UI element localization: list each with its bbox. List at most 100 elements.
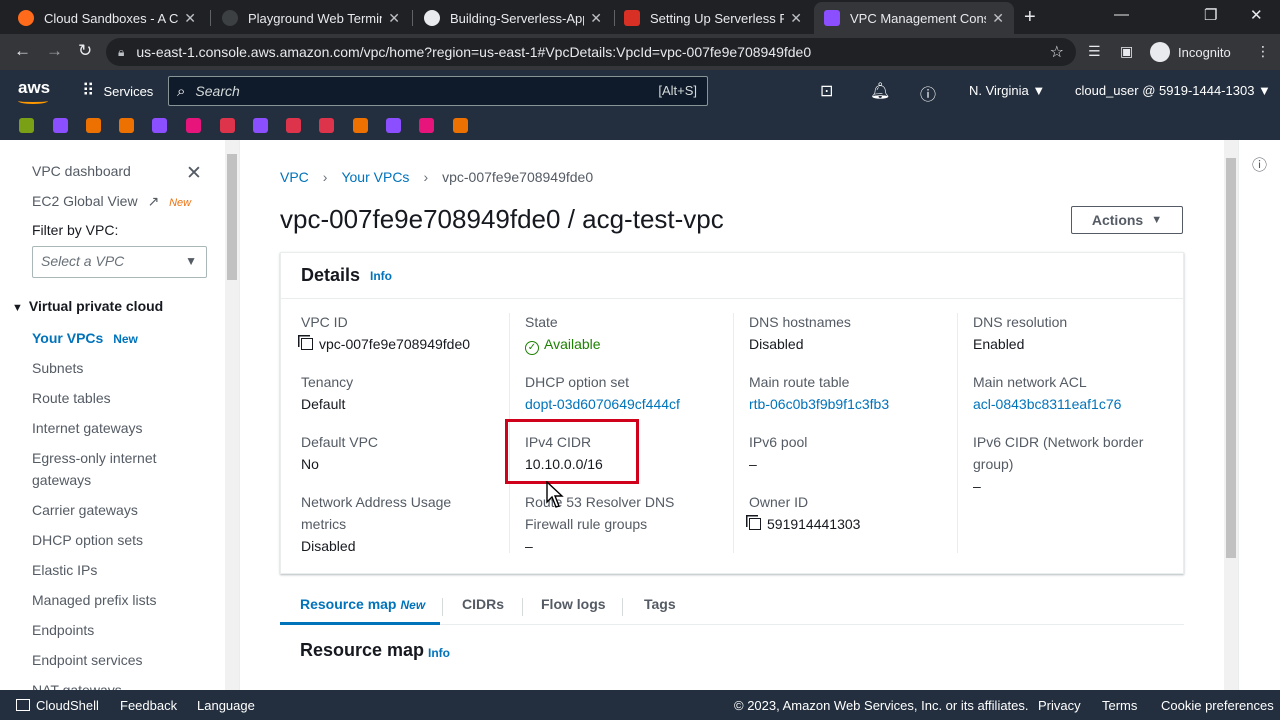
minimize-icon[interactable]: — (1114, 6, 1129, 23)
sidebar-item-egress-only-gateways-line2[interactable]: gateways (32, 469, 91, 491)
reading-list-icon[interactable]: ☰ (1088, 43, 1101, 60)
ipv6-pool-value: – (749, 456, 757, 472)
vpc-filter-select[interactable]: Select a VPC ▼ (32, 246, 207, 278)
service-favorite-icon[interactable] (19, 118, 34, 133)
cookie-preferences-link[interactable]: Cookie preferences (1161, 698, 1274, 713)
field-label: DNS hostnames (749, 314, 851, 330)
sidebar-item-endpoint-services[interactable]: Endpoint services (32, 649, 143, 671)
breadcrumb-your-vpcs[interactable]: Your VPCs (341, 169, 409, 185)
info-link[interactable]: Info (370, 269, 392, 283)
privacy-link[interactable]: Privacy (1038, 698, 1081, 713)
aws-logo[interactable]: aws (18, 78, 50, 104)
copy-icon[interactable] (749, 518, 761, 530)
aws-top-nav: aws ⠿ Services ⌕ Search [Alt+S] ⊡ 🔔︎ ⓘ N… (0, 70, 1280, 112)
sidebar-item-subnets[interactable]: Subnets (32, 357, 83, 379)
service-favorite-icon[interactable] (453, 118, 468, 133)
main-scrollbar-thumb[interactable] (1226, 158, 1236, 558)
account-menu[interactable]: cloud_user @ 5919-1444-1303 ▼ (1075, 83, 1271, 98)
sidebar-item-endpoints[interactable]: Endpoints (32, 619, 94, 641)
region-selector[interactable]: N. Virginia ▼ (969, 83, 1045, 98)
incognito-indicator[interactable]: Incognito (1150, 42, 1231, 62)
close-icon[interactable]: ✕ (184, 10, 196, 27)
window-close-icon[interactable]: ✕ (1250, 6, 1263, 24)
language-link[interactable]: Language (197, 698, 255, 713)
sidebar-item-carrier-gateways[interactable]: Carrier gateways (32, 499, 138, 521)
tab-tags[interactable]: Tags (644, 596, 676, 612)
sidebar-item-managed-prefix-lists[interactable]: Managed prefix lists (32, 589, 157, 611)
field-label-line2: group) (973, 456, 1014, 472)
main-network-acl-link[interactable]: acl-0843bc8311eaf1c76 (973, 393, 1121, 415)
info-link[interactable]: Info (428, 646, 450, 660)
new-tab-button[interactable]: + (1024, 6, 1036, 29)
service-favorite-icon[interactable] (86, 118, 101, 133)
services-menu[interactable]: ⠿ Services (82, 81, 153, 101)
service-favorite-icon[interactable] (319, 118, 334, 133)
copy-icon[interactable] (301, 338, 313, 350)
service-favorite-icon[interactable] (220, 118, 235, 133)
service-favorite-icon[interactable] (152, 118, 167, 133)
tab-cidrs[interactable]: CIDRs (462, 596, 504, 612)
browser-tab[interactable]: Building-Serverless-Apps ✕ (414, 2, 612, 34)
search-input[interactable]: ⌕ Search [Alt+S] (168, 76, 708, 106)
close-icon[interactable]: ✕ (388, 10, 400, 27)
feedback-link[interactable]: Feedback (120, 698, 177, 713)
browser-tab[interactable]: Setting Up Serverless Fran ✕ (614, 2, 812, 34)
sidebar-item-nat-gateways[interactable]: NAT gateways (32, 679, 122, 690)
terms-link[interactable]: Terms (1102, 698, 1137, 713)
caret-down-icon: ▼ (1151, 214, 1163, 226)
sidebar-item-elastic-ips[interactable]: Elastic IPs (32, 559, 97, 581)
close-icon[interactable]: ✕ (790, 10, 802, 27)
service-favorite-icon[interactable] (386, 118, 401, 133)
sidebar-item-ec2-global-view[interactable]: EC2 Global View ↗ New (32, 190, 191, 214)
breadcrumb-vpc[interactable]: VPC (280, 169, 309, 185)
bookmark-star-icon[interactable]: ☆ (1050, 42, 1064, 62)
sidebar-item-route-tables[interactable]: Route tables (32, 387, 111, 409)
new-badge: New (400, 598, 426, 612)
vpc-filter-placeholder: Select a VPC (41, 253, 125, 269)
close-icon[interactable]: ✕ (590, 10, 602, 27)
service-favorite-icon[interactable] (119, 118, 134, 133)
actions-button[interactable]: Actions ▼ (1071, 206, 1183, 234)
browser-tab-active[interactable]: VPC Management Consol ✕ (814, 2, 1014, 34)
service-favorite-icon[interactable] (253, 118, 268, 133)
service-favorite-icon[interactable] (286, 118, 301, 133)
url-input[interactable]: 🔒︎ us-east-1.console.aws.amazon.com/vpc/… (106, 38, 1076, 66)
browser-tab[interactable]: Playground Web Terminal ✕ (212, 2, 410, 34)
reload-icon[interactable]: ↻ (78, 41, 92, 61)
info-panel-icon[interactable]: ⓘ (1252, 154, 1267, 175)
tab-flow-logs[interactable]: Flow logs (541, 596, 606, 612)
restore-icon[interactable]: ❐ (1204, 6, 1217, 24)
dhcp-link[interactable]: dopt-03d6070649cf444cf (525, 393, 680, 415)
sidebar-item-your-vpcs[interactable]: Your VPCs New (32, 327, 138, 350)
caret-down-icon: ▼ (12, 302, 23, 314)
section-virtual-private-cloud[interactable]: ▼ Virtual private cloud (12, 298, 163, 314)
back-icon[interactable]: ← (14, 41, 31, 61)
service-favorite-icon[interactable] (353, 118, 368, 133)
sidebar-item-egress-only-gateways[interactable]: Egress-only internet (32, 447, 157, 469)
main-route-table-link[interactable]: rtb-06c0b3f9b9f1c3fb3 (749, 393, 889, 415)
lock-icon[interactable]: 🔒︎ (118, 45, 124, 60)
close-icon[interactable]: ✕ (186, 162, 202, 185)
cloudshell-icon[interactable]: ⊡ (820, 81, 833, 101)
service-favorite-icon[interactable] (186, 118, 201, 133)
bell-icon[interactable]: 🔔︎ (870, 81, 890, 101)
menu-icon[interactable]: ⋮ (1256, 43, 1270, 60)
right-rail: ⓘ (1238, 140, 1280, 690)
side-panel-icon[interactable]: ▣ (1120, 43, 1133, 60)
main-scrollbar[interactable] (1224, 140, 1238, 690)
browser-tab[interactable]: Cloud Sandboxes - A Clou ✕ (8, 2, 206, 34)
forward-icon[interactable]: → (46, 41, 63, 61)
sidebar-item-dhcp-option-sets[interactable]: DHCP option sets (32, 529, 143, 551)
close-icon[interactable]: ✕ (992, 10, 1004, 27)
filter-label: Filter by VPC: (32, 222, 119, 238)
service-favorite-icon[interactable] (53, 118, 68, 133)
sidebar-item-vpc-dashboard[interactable]: VPC dashboard (32, 160, 131, 182)
sidebar-item-internet-gateways[interactable]: Internet gateways (32, 417, 143, 439)
grid-icon: ⠿ (82, 81, 95, 100)
sidebar-scrollbar-thumb[interactable] (227, 154, 237, 280)
field-dhcp-option-set: DHCP option set dopt-03d6070649cf444cf (525, 371, 680, 415)
service-favorite-icon[interactable] (419, 118, 434, 133)
cloudshell-button[interactable]: CloudShell (16, 698, 99, 713)
help-icon[interactable]: ⓘ (920, 81, 936, 105)
tab-resource-map[interactable]: Resource map New (300, 596, 425, 612)
